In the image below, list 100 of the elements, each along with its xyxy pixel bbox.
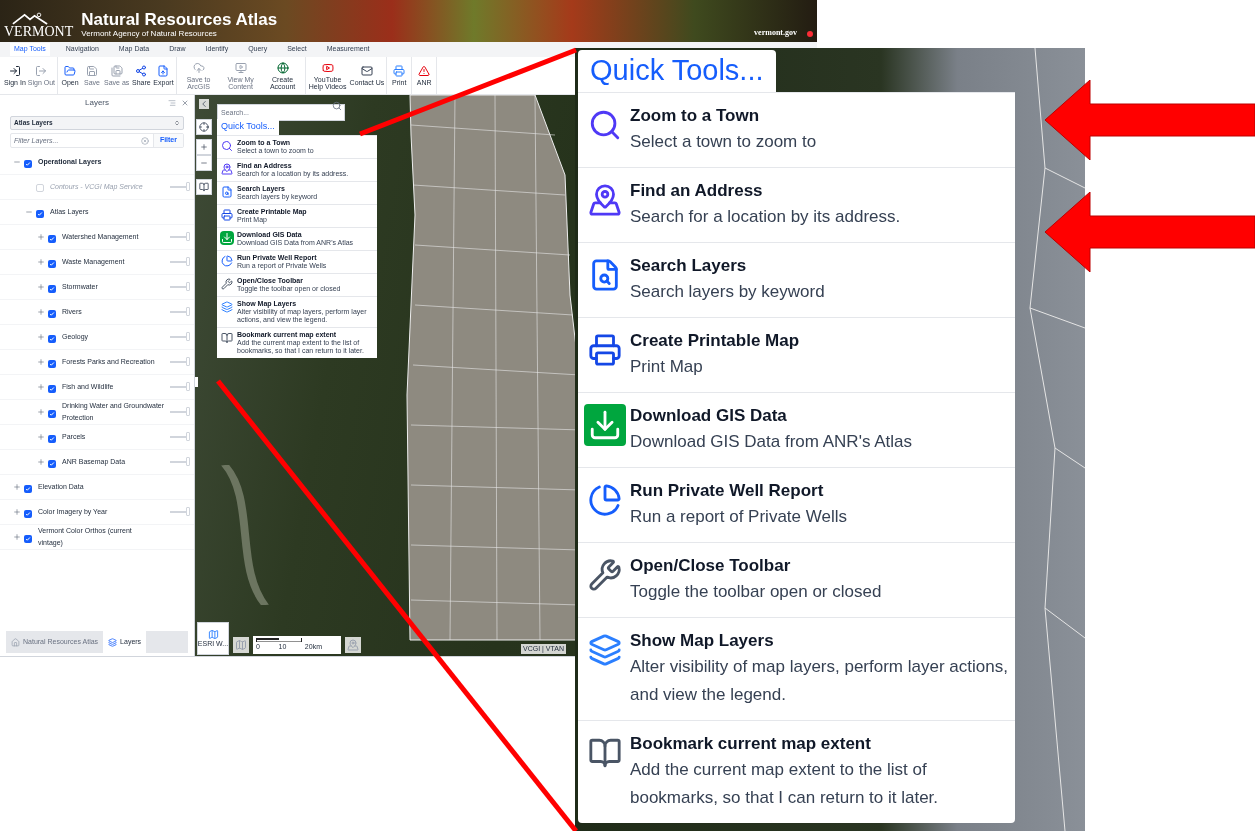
slider-thumb[interactable] [186,307,190,316]
expand-icon[interactable] [37,233,45,241]
slider-thumb[interactable] [186,432,190,441]
save-icon [110,65,123,77]
slider-thumb[interactable] [186,357,190,366]
arrow-icon [1045,192,1255,272]
checkbox[interactable] [48,360,56,368]
tool-title[interactable]: Find an Address [630,179,901,203]
close-icon[interactable] [181,99,189,107]
expand-icon[interactable] [37,283,45,291]
tool-description: Run a report of Private Wells [630,506,847,528]
scale-ruler-icon [256,638,302,642]
mountain-logo-icon [12,12,48,25]
slider-thumb[interactable] [186,382,190,391]
globe-icon [276,61,289,74]
locate-icon[interactable] [196,119,212,135]
export-icon [157,65,170,77]
zoom-in-icon[interactable] [196,139,212,155]
video-icon [321,61,334,74]
save-icon [86,65,99,77]
download-icon [220,230,234,245]
book-icon [220,330,234,345]
expand-icon[interactable] [37,258,45,266]
expand-icon[interactable] [37,333,45,341]
site-subtitle: Vermont Agency of Natural Resources [81,29,218,39]
tool-description: Search layers by keyword [630,281,825,303]
download-icon [584,404,626,446]
slider-thumb[interactable] [186,332,190,341]
expand-icon[interactable] [13,533,21,541]
checkbox[interactable] [24,485,32,493]
tool-title[interactable]: Zoom to a Town [630,104,817,128]
house-icon [11,637,20,647]
tool-title[interactable]: Download GIS Data [630,404,912,428]
collapse-icon[interactable] [13,158,21,166]
tool-title[interactable]: Bookmark current map extent [630,732,1009,756]
printer-icon [220,207,234,222]
checkbox[interactable] [48,235,56,243]
collapse-icon[interactable] [25,208,33,216]
expand-icon[interactable] [37,433,45,441]
layers-icon [108,637,118,647]
expand-icon[interactable] [37,408,45,416]
expand-icon[interactable] [13,483,21,491]
search-icon[interactable] [332,101,342,111]
printer-icon [393,65,406,77]
expand-icon[interactable] [37,383,45,391]
chart-icon [220,253,234,268]
checkbox[interactable] [36,210,44,218]
tool-description: Download GIS Data from ANR's Atlas [630,431,912,453]
panel-handle[interactable] [195,377,198,387]
checkbox[interactable] [48,310,56,318]
cloud-icon [192,61,205,74]
folder-icon [64,65,77,77]
tools-icon [220,276,234,291]
bookmark-icon[interactable] [196,179,212,195]
monitor-icon [234,61,247,74]
slider-thumb[interactable] [186,232,190,241]
checkbox[interactable] [48,260,56,268]
tool-title[interactable]: Create Printable Map [630,329,800,353]
tool-description: Search for a location by its address. [630,206,901,228]
slider-thumb[interactable] [186,457,190,466]
clear-icon[interactable] [140,136,149,145]
slider-thumb[interactable] [186,282,190,291]
site-title: Natural Resources Atlas [81,10,278,29]
slider-thumb[interactable] [186,407,190,416]
checkbox[interactable] [48,460,56,468]
zoom-out-icon[interactable] [196,155,212,171]
slider-thumb[interactable] [186,507,190,516]
map-icon[interactable] [233,637,249,653]
tool-description: Select a town to zoom to [630,131,817,153]
checkbox[interactable] [48,335,56,343]
layers-icon [220,299,234,314]
checkbox[interactable] [48,435,56,443]
checkbox[interactable] [24,535,32,543]
warning-icon [418,65,431,77]
slider-thumb[interactable] [186,257,190,266]
checkbox[interactable] [24,160,32,168]
share-icon [135,65,148,77]
checkbox[interactable] [24,510,32,518]
expand-icon[interactable] [37,358,45,366]
tool-description: Add the current map extent to the list of bookmarks, so that I can return to it later. [630,759,940,809]
expand-icon[interactable] [13,508,21,516]
expand-icon[interactable] [37,458,45,466]
panel-title: Layers [85,97,109,109]
collapse-icon[interactable] [199,99,209,109]
tool-title[interactable]: Run Private Well Report [630,479,847,503]
site-link[interactable]: vermont.gov [754,27,797,39]
sign-in-icon [8,65,21,77]
tool-title[interactable]: Search Layers [630,254,825,278]
tool-description: Print Map [630,356,704,378]
expand-icon[interactable] [37,308,45,316]
checkbox[interactable] [48,410,56,418]
tool-title[interactable]: Open/Close Toolbar [630,554,882,578]
checkbox[interactable] [48,285,56,293]
envelope-icon [360,65,373,77]
arrow-icon [1045,80,1255,160]
menu-icon[interactable] [168,99,176,107]
tool-title[interactable]: Show Map Layers [630,629,1009,653]
checkbox[interactable] [48,385,56,393]
tool-description: Toggle the toolbar open or closed [630,581,882,603]
tool-description: Alter visibility of map layers, perform layer actions, and view the legend. [630,656,1009,706]
